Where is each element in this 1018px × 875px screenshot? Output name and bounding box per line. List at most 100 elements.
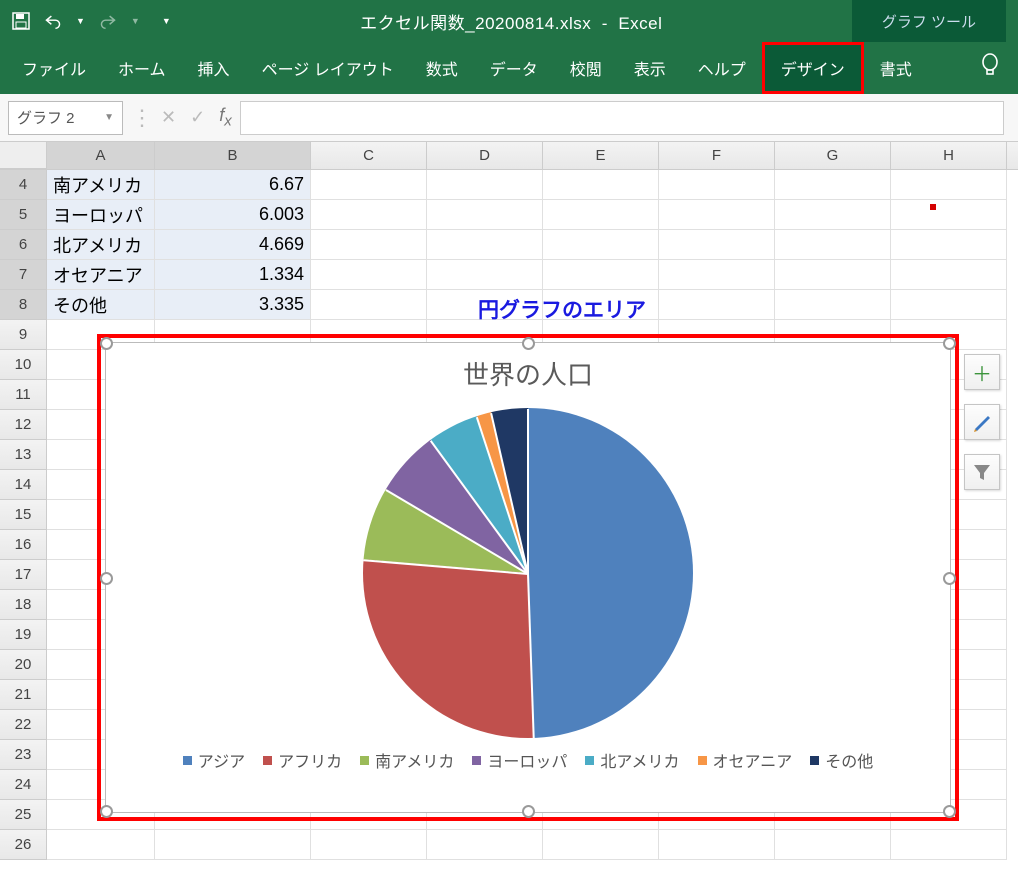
- chart-legend[interactable]: アジアアフリカ南アメリカヨーロッパ北アメリカオセアニアその他: [106, 738, 950, 782]
- cell[interactable]: ヨーロッパ: [47, 200, 155, 230]
- cell[interactable]: [543, 200, 659, 230]
- redo-dropdown-icon[interactable]: ▼: [131, 16, 140, 26]
- tab-insert[interactable]: 挿入: [182, 42, 246, 94]
- tab-design[interactable]: デザイン: [762, 42, 864, 94]
- col-header-a[interactable]: A: [47, 142, 155, 169]
- col-header-f[interactable]: F: [659, 142, 775, 169]
- tab-page-layout[interactable]: ページ レイアウト: [246, 42, 410, 94]
- legend-item[interactable]: アジア: [183, 748, 245, 772]
- cell[interactable]: [891, 230, 1007, 260]
- cell[interactable]: 6.003: [155, 200, 311, 230]
- cell[interactable]: [427, 200, 543, 230]
- resize-handle-nw[interactable]: [100, 337, 113, 350]
- redo-icon[interactable]: [99, 12, 117, 30]
- select-all-corner[interactable]: [0, 142, 47, 169]
- tab-home[interactable]: ホーム: [102, 42, 182, 94]
- cell[interactable]: 北アメリカ: [47, 230, 155, 260]
- col-header-g[interactable]: G: [775, 142, 891, 169]
- cell[interactable]: [659, 230, 775, 260]
- cell[interactable]: [775, 170, 891, 200]
- cell[interactable]: その他: [47, 290, 155, 320]
- row-header[interactable]: 9: [0, 320, 47, 350]
- resize-handle-s[interactable]: [522, 805, 535, 818]
- row-header[interactable]: 26: [0, 830, 47, 860]
- cell[interactable]: 3.335: [155, 290, 311, 320]
- qat-customize-icon[interactable]: ▼: [162, 16, 171, 26]
- row-header[interactable]: 19: [0, 620, 47, 650]
- legend-item[interactable]: ヨーロッパ: [472, 748, 567, 772]
- row-header[interactable]: 22: [0, 710, 47, 740]
- resize-handle-sw[interactable]: [100, 805, 113, 818]
- resize-handle-w[interactable]: [100, 572, 113, 585]
- col-header-c[interactable]: C: [311, 142, 427, 169]
- row-header[interactable]: 11: [0, 380, 47, 410]
- cell[interactable]: [891, 260, 1007, 290]
- col-header-h[interactable]: H: [891, 142, 1007, 169]
- col-header-b[interactable]: B: [155, 142, 311, 169]
- row-header[interactable]: 24: [0, 770, 47, 800]
- cell[interactable]: [891, 290, 1007, 320]
- cell[interactable]: [775, 290, 891, 320]
- cell[interactable]: [659, 170, 775, 200]
- legend-item[interactable]: アフリカ: [263, 748, 342, 772]
- row-header[interactable]: 20: [0, 650, 47, 680]
- cell[interactable]: [543, 260, 659, 290]
- tab-format[interactable]: 書式: [864, 42, 928, 94]
- cell[interactable]: [311, 290, 427, 320]
- cell[interactable]: [311, 200, 427, 230]
- save-icon[interactable]: [12, 12, 30, 30]
- legend-item[interactable]: 南アメリカ: [360, 748, 454, 772]
- tab-formulas[interactable]: 数式: [410, 42, 474, 94]
- row-header[interactable]: 5: [0, 200, 47, 230]
- row-header[interactable]: 15: [0, 500, 47, 530]
- cell[interactable]: [311, 230, 427, 260]
- comment-indicator[interactable]: [930, 204, 936, 210]
- chart-object[interactable]: 世界の人口 アジアアフリカ南アメリカヨーロッパ北アメリカオセアニアその他: [105, 342, 951, 813]
- name-box-dropdown-icon[interactable]: ▼: [104, 112, 114, 123]
- cell[interactable]: [427, 230, 543, 260]
- cell[interactable]: [427, 830, 543, 860]
- resize-handle-e[interactable]: [943, 572, 956, 585]
- undo-icon[interactable]: [44, 12, 62, 30]
- row-header[interactable]: 12: [0, 410, 47, 440]
- chart-elements-button[interactable]: ＋: [964, 354, 1000, 390]
- tell-me-icon[interactable]: [962, 53, 1018, 84]
- cell[interactable]: [659, 830, 775, 860]
- cell[interactable]: [775, 830, 891, 860]
- row-header[interactable]: 17: [0, 560, 47, 590]
- row-header[interactable]: 16: [0, 530, 47, 560]
- legend-item[interactable]: 北アメリカ: [585, 748, 679, 772]
- legend-item[interactable]: オセアニア: [698, 748, 793, 772]
- cell[interactable]: 4.669: [155, 230, 311, 260]
- resize-handle-ne[interactable]: [943, 337, 956, 350]
- cell[interactable]: [891, 830, 1007, 860]
- cell[interactable]: [891, 170, 1007, 200]
- cell[interactable]: [155, 830, 311, 860]
- cell[interactable]: [543, 830, 659, 860]
- enter-icon[interactable]: ✓: [190, 107, 205, 128]
- legend-item[interactable]: その他: [810, 748, 873, 772]
- formula-bar-input[interactable]: [240, 101, 1004, 135]
- resize-handle-se[interactable]: [943, 805, 956, 818]
- tab-file[interactable]: ファイル: [6, 42, 102, 94]
- tab-review[interactable]: 校閲: [554, 42, 618, 94]
- row-header[interactable]: 25: [0, 800, 47, 830]
- row-header[interactable]: 23: [0, 740, 47, 770]
- pie-plot-area[interactable]: [363, 408, 693, 738]
- cell[interactable]: オセアニア: [47, 260, 155, 290]
- cell[interactable]: [775, 230, 891, 260]
- undo-dropdown-icon[interactable]: ▼: [76, 16, 85, 26]
- row-header[interactable]: 4: [0, 170, 47, 200]
- chart-title[interactable]: 世界の人口: [106, 355, 950, 392]
- cell[interactable]: 1.334: [155, 260, 311, 290]
- cell[interactable]: [775, 200, 891, 230]
- cell[interactable]: [427, 260, 543, 290]
- row-header[interactable]: 14: [0, 470, 47, 500]
- cell[interactable]: 南アメリカ: [47, 170, 155, 200]
- tab-view[interactable]: 表示: [618, 42, 682, 94]
- cancel-icon[interactable]: ✕: [161, 107, 176, 128]
- row-header[interactable]: 13: [0, 440, 47, 470]
- chart-styles-button[interactable]: [964, 404, 1000, 440]
- row-header[interactable]: 8: [0, 290, 47, 320]
- cell[interactable]: [775, 260, 891, 290]
